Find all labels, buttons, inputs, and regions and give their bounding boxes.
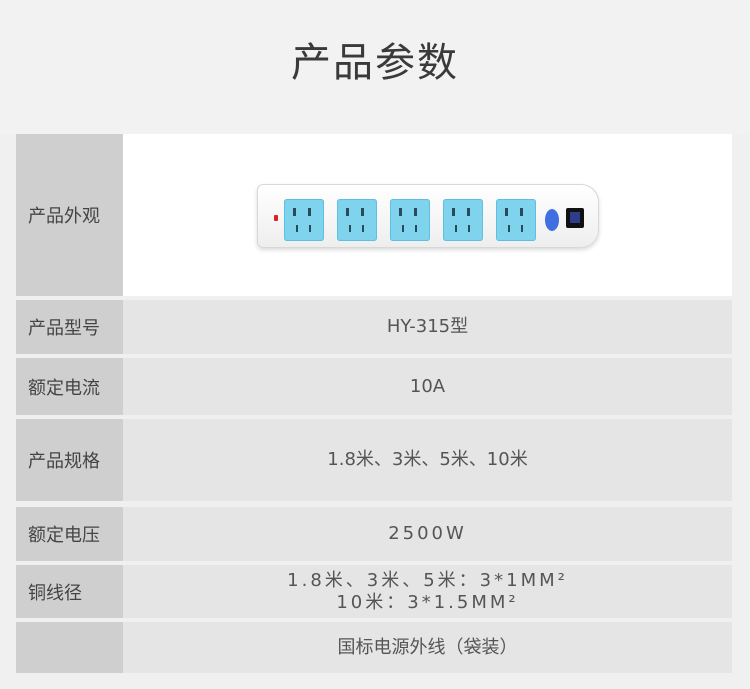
socket-3 (389, 199, 430, 241)
spec-label: 产品外观 (16, 134, 123, 296)
spec-row-wire: 铜线径 1.8米、3米、5米：3*1MM² 10米：3*1.5MM² (16, 565, 732, 618)
spec-value-line: 10米：3*1.5MM² (336, 591, 519, 613)
socket-2 (336, 199, 377, 241)
power-strip-image (256, 180, 599, 250)
spec-label: 额定电压 (16, 507, 123, 561)
product-image-cell (123, 134, 732, 296)
spec-value: 国标电源外线（袋装） (123, 622, 732, 673)
page-title: 产品参数 (291, 40, 459, 86)
spec-value-line: 1.8米、3米、5米：3*1MM² (287, 569, 568, 591)
spec-label: 额定电流 (16, 358, 123, 415)
spec-value: 10A (123, 358, 732, 415)
spec-value: 2500W (123, 507, 732, 561)
spec-label: 产品型号 (16, 300, 123, 354)
spec-row-model: 产品型号 HY-315型 (16, 300, 732, 354)
spec-row-appearance: 产品外观 (16, 134, 732, 296)
spec-label (16, 622, 123, 673)
socket-5 (495, 199, 536, 241)
header: 产品参数 (0, 0, 750, 134)
spec-row-spec: 产品规格 1.8米、3米、5米、10米 (16, 419, 732, 501)
spec-row-current: 额定电流 10A (16, 358, 732, 415)
power-switch-button (544, 209, 559, 231)
usb-display (565, 208, 584, 228)
indicator-led (273, 215, 278, 221)
spec-row-voltage: 额定电压 2500W (16, 507, 732, 561)
spec-label: 产品规格 (16, 419, 123, 501)
socket-4 (442, 199, 483, 241)
spec-value: HY-315型 (123, 300, 732, 354)
spec-value: 1.8米、3米、5米、10米 (123, 419, 732, 501)
socket-1 (283, 199, 324, 241)
spec-label: 铜线径 (16, 565, 123, 618)
spec-row-packaging: 国标电源外线（袋装） (16, 622, 732, 673)
spec-value: 1.8米、3米、5米：3*1MM² 10米：3*1.5MM² (123, 565, 732, 618)
power-strip-body (256, 184, 599, 248)
